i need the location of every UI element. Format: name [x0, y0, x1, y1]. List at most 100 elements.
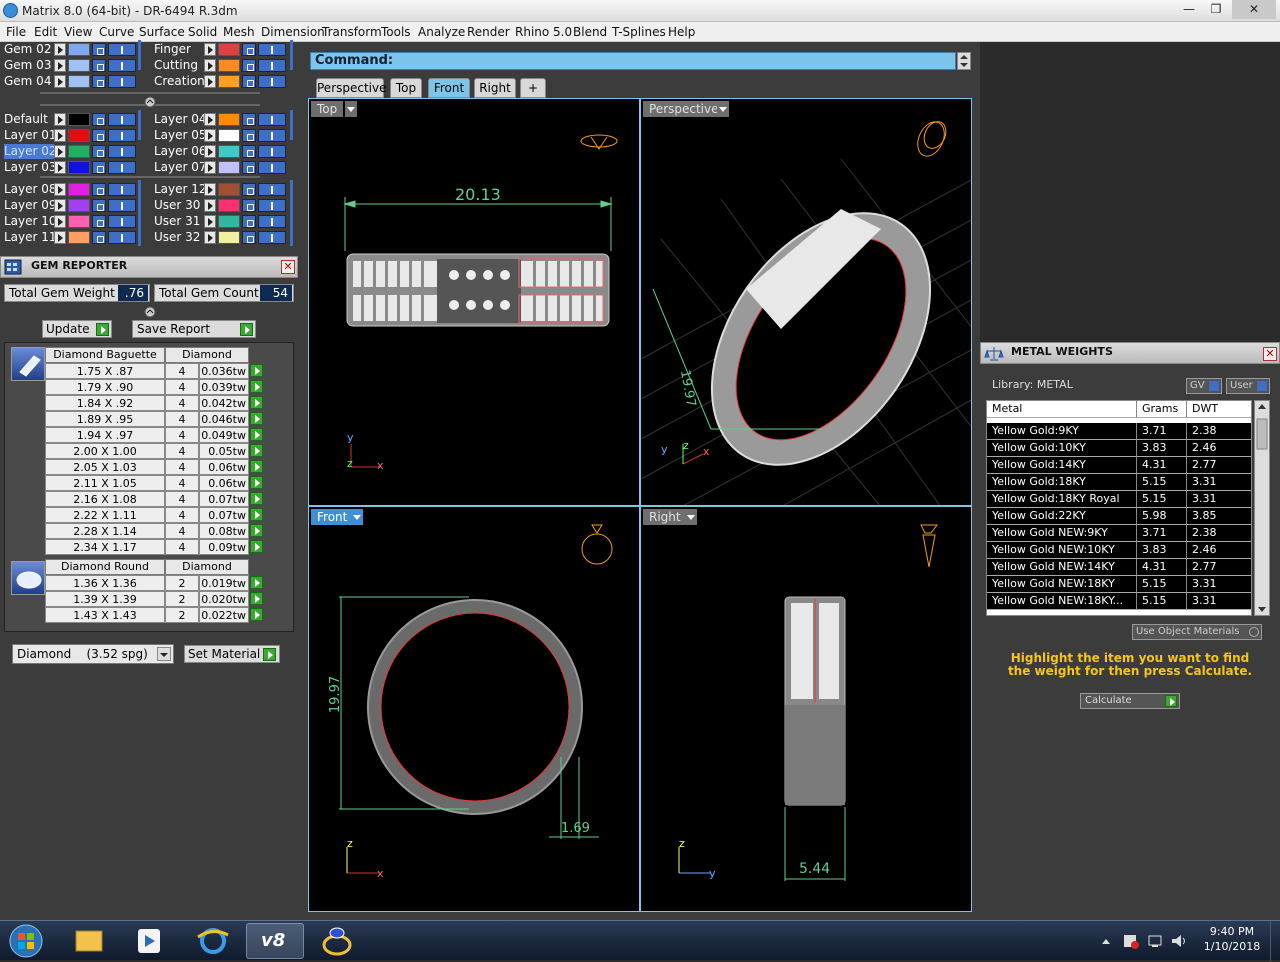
tab-front[interactable]: Front: [428, 78, 470, 98]
lock-icon[interactable]: [92, 43, 106, 56]
layer-name[interactable]: Layer 01: [4, 128, 57, 143]
layer-name[interactable]: Layer 07: [154, 160, 207, 175]
visibility-icon[interactable]: [258, 113, 286, 126]
metal-row[interactable]: Yellow Gold:9KY 3.71 2.38: [987, 423, 1251, 440]
header-grams[interactable]: Grams: [1137, 401, 1187, 418]
visibility-icon[interactable]: [258, 183, 286, 196]
layer-group-scrollbar[interactable]: [138, 180, 141, 246]
layer-row[interactable]: Gem 03: [0, 58, 140, 73]
network-icon[interactable]: [1146, 933, 1164, 949]
layer-row[interactable]: Layer 07: [150, 160, 290, 175]
metal-row[interactable]: Yellow Gold NEW:18KY 5.15 3.31: [987, 576, 1251, 593]
lock-icon[interactable]: [92, 129, 106, 142]
lock-icon[interactable]: [92, 161, 106, 174]
menu-view[interactable]: View: [64, 25, 92, 39]
layer-expand-icon[interactable]: [204, 161, 216, 174]
visibility-icon[interactable]: [258, 145, 286, 158]
layer-expand-icon[interactable]: [54, 59, 66, 72]
lock-icon[interactable]: [92, 215, 106, 228]
menu-dimension[interactable]: Dimension: [261, 25, 325, 39]
menu-solid[interactable]: Solid: [188, 25, 217, 39]
visibility-icon[interactable]: [258, 43, 286, 56]
gem-row[interactable]: 1.89 X .95 4 0.046tw: [45, 411, 265, 427]
menu-render[interactable]: Render: [467, 25, 510, 39]
menu-blend[interactable]: Blend: [573, 25, 607, 39]
layer-row[interactable]: Layer 03: [0, 160, 140, 175]
metal-row[interactable]: Yellow Gold:14KY 4.31 2.77: [987, 457, 1251, 474]
layer-name[interactable]: Layer 04: [154, 112, 207, 127]
metal-row[interactable]: Yellow Gold NEW:14KY 4.31 2.77: [987, 559, 1251, 576]
gem-row[interactable]: 2.34 X 1.17 4 0.09tw: [45, 539, 265, 555]
layer-name[interactable]: Layer 03: [4, 160, 57, 175]
layer-row[interactable]: User 31: [150, 214, 290, 229]
gem-row-arrow-icon[interactable]: [250, 608, 263, 621]
gem-row-arrow-icon[interactable]: [250, 540, 263, 553]
collapse-handle-icon[interactable]: [144, 96, 156, 108]
lock-icon[interactable]: [92, 199, 106, 212]
layer-expand-icon[interactable]: [54, 75, 66, 88]
layer-expand-icon[interactable]: [54, 113, 66, 126]
menu-help[interactable]: Help: [668, 25, 695, 39]
layer-name[interactable]: User 31: [154, 214, 204, 229]
layer-name[interactable]: Layer 06: [154, 144, 207, 159]
menu-tsplines[interactable]: T-Splines: [612, 25, 666, 39]
metal-row[interactable]: Yellow Gold:10KY 3.83 2.46: [987, 440, 1251, 457]
layer-row[interactable]: Layer 08: [0, 182, 140, 197]
layer-row[interactable]: Creation: [150, 74, 290, 89]
layer-row[interactable]: Layer 11: [0, 230, 140, 245]
set-material-button[interactable]: Set Material: [184, 645, 280, 663]
viewport-top[interactable]: Top 20.13 y z x: [308, 98, 640, 506]
visibility-icon[interactable]: [108, 113, 136, 126]
layer-expand-icon[interactable]: [204, 59, 216, 72]
layer-expand-icon[interactable]: [204, 183, 216, 196]
layer-expand-icon[interactable]: [204, 145, 216, 158]
layer-name[interactable]: Creation: [154, 74, 205, 89]
layer-color-swatch[interactable]: [218, 129, 240, 142]
lock-icon[interactable]: [242, 161, 256, 174]
layer-color-swatch[interactable]: [218, 161, 240, 174]
metal-row[interactable]: Yellow Gold:18KY Royal 5.15 3.31: [987, 491, 1251, 508]
menu-analyze[interactable]: Analyze: [418, 25, 465, 39]
viewport-front[interactable]: Front 19.97 1.69 z x: [308, 506, 640, 912]
layer-row[interactable]: Layer 05: [150, 128, 290, 143]
action-center-icon[interactable]: [1122, 933, 1140, 949]
gem-row-arrow-icon[interactable]: [250, 380, 263, 393]
gem-row[interactable]: 2.28 X 1.14 4 0.08tw: [45, 523, 265, 539]
layer-name[interactable]: Finger: [154, 42, 204, 57]
gem-row-arrow-icon[interactable]: [250, 444, 263, 457]
gem-row[interactable]: 2.11 X 1.05 4 0.06tw: [45, 475, 265, 491]
collapse-handle-icon[interactable]: [144, 306, 156, 318]
visibility-icon[interactable]: [258, 231, 286, 244]
layer-expand-icon[interactable]: [54, 215, 66, 228]
gem-reporter-close-button[interactable]: ✕: [281, 260, 295, 274]
lock-icon[interactable]: [242, 113, 256, 126]
gem-row-arrow-icon[interactable]: [250, 576, 263, 589]
visibility-icon[interactable]: [108, 199, 136, 212]
viewport-perspective[interactable]: Perspective 19.97 z y x: [640, 98, 972, 506]
visibility-icon[interactable]: [258, 161, 286, 174]
lock-icon[interactable]: [92, 231, 106, 244]
gv-toggle[interactable]: GV: [1186, 378, 1222, 394]
visibility-icon[interactable]: [258, 129, 286, 142]
lock-icon[interactable]: [242, 59, 256, 72]
command-history-scroll[interactable]: [957, 52, 971, 70]
layer-row[interactable]: Layer 09: [0, 198, 140, 213]
lock-icon[interactable]: [92, 113, 106, 126]
menu-file[interactable]: File: [6, 25, 26, 39]
layer-row[interactable]: User 32: [150, 230, 290, 245]
layer-row[interactable]: Layer 12: [150, 182, 290, 197]
lock-icon[interactable]: [92, 75, 106, 88]
gem-row[interactable]: 2.05 X 1.03 4 0.06tw: [45, 459, 265, 475]
menu-mesh[interactable]: Mesh: [223, 25, 255, 39]
layer-group-scrollbar[interactable]: [290, 40, 293, 70]
layer-row[interactable]: Layer 01: [0, 128, 140, 143]
layer-color-swatch[interactable]: [218, 113, 240, 126]
visibility-icon[interactable]: [108, 43, 136, 56]
layer-row[interactable]: Gem 02: [0, 42, 140, 57]
visibility-icon[interactable]: [108, 231, 136, 244]
layer-expand-icon[interactable]: [54, 161, 66, 174]
gem-row-arrow-icon[interactable]: [250, 396, 263, 409]
layer-name[interactable]: Layer 09: [4, 198, 57, 213]
layer-name[interactable]: Layer 05: [154, 128, 207, 143]
gem-row[interactable]: 2.16 X 1.08 4 0.07tw: [45, 491, 265, 507]
